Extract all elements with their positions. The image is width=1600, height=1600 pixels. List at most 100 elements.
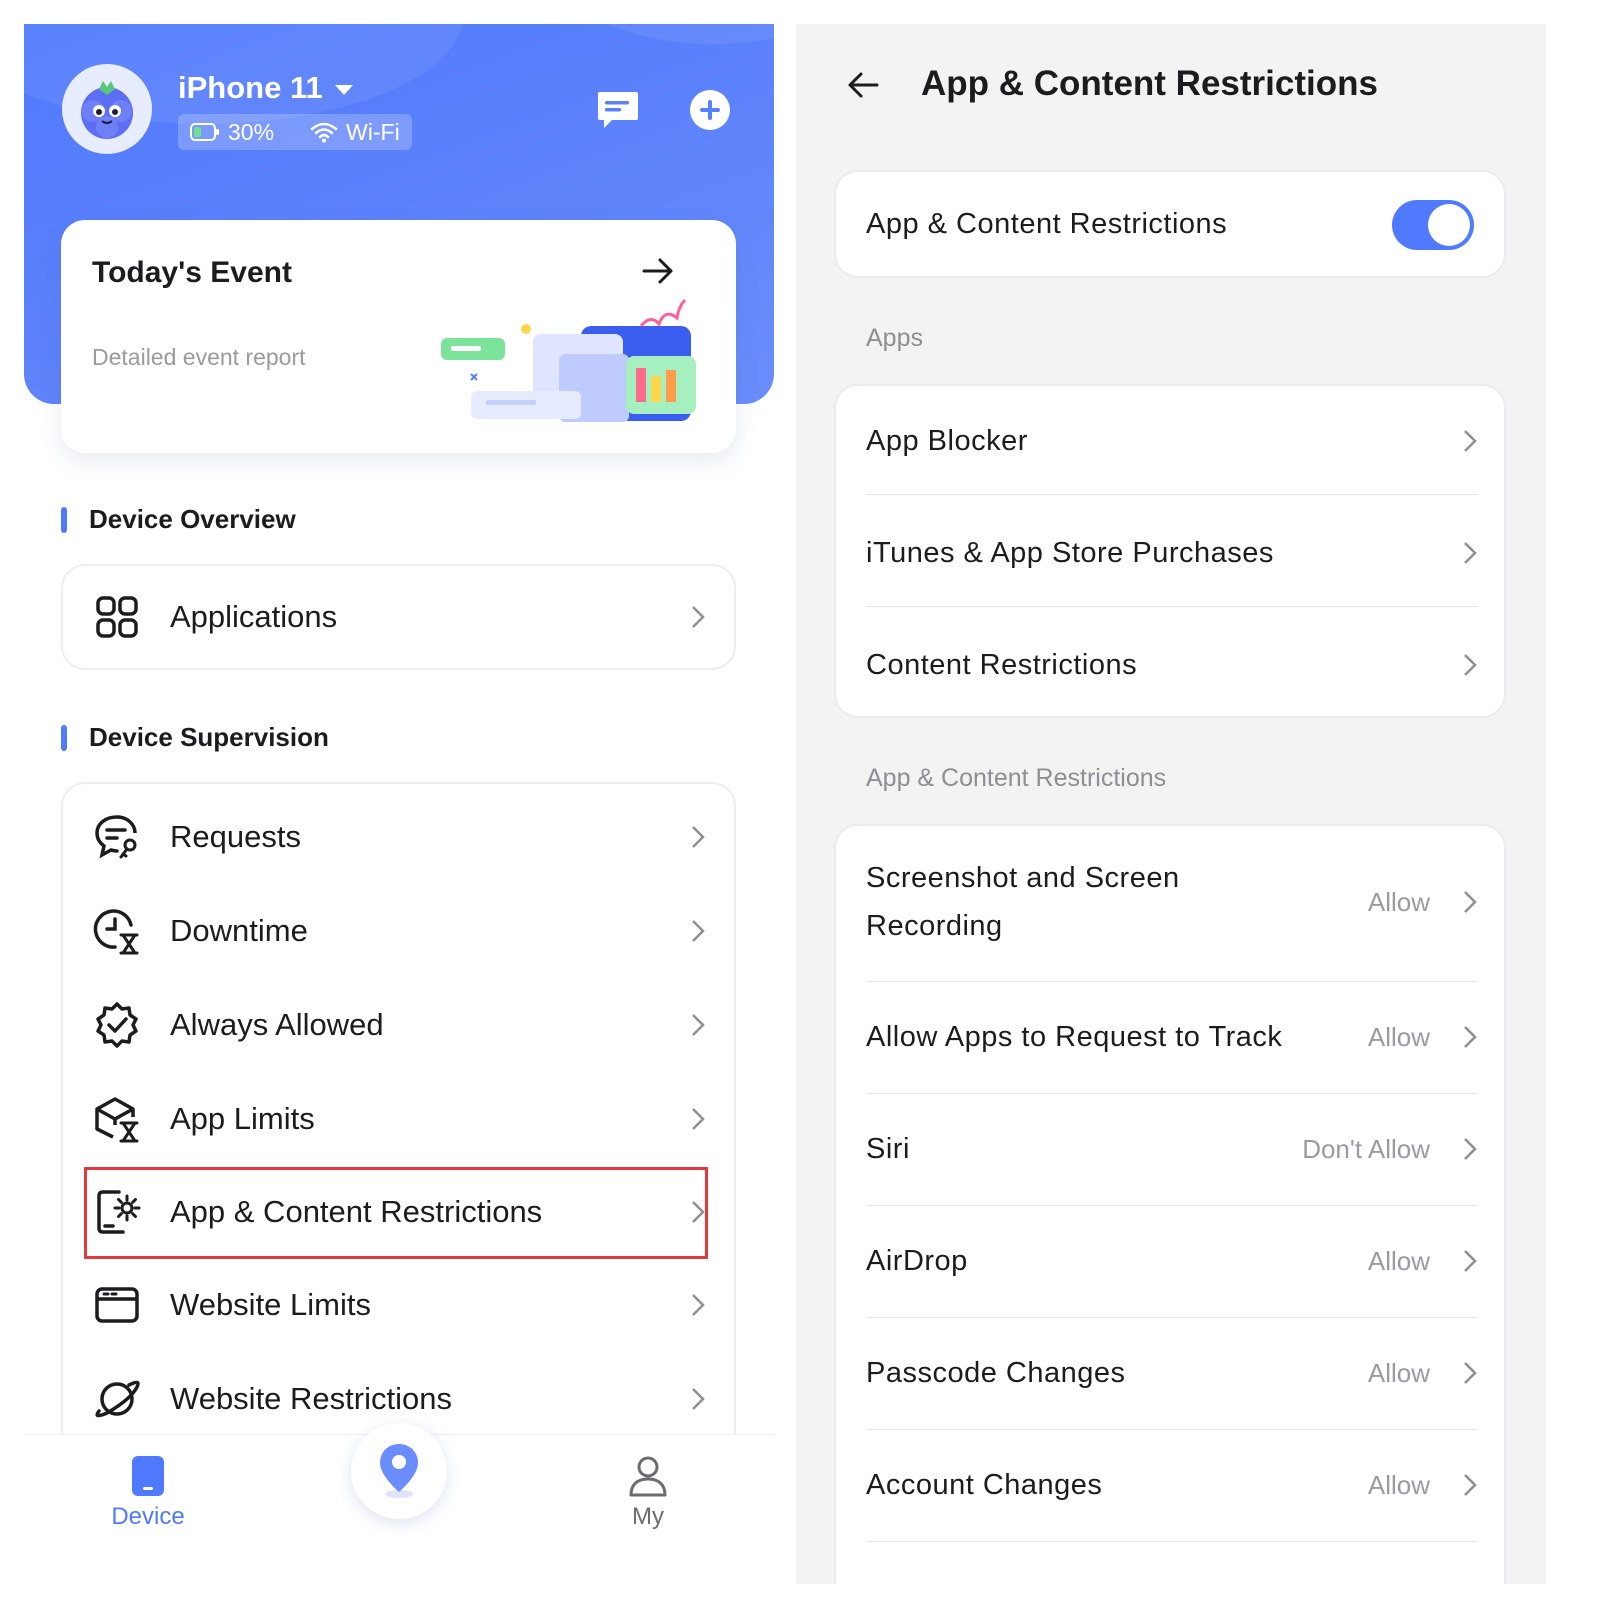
row-label: Always Allowed bbox=[170, 1007, 384, 1042]
restrictions-toggle[interactable] bbox=[1392, 200, 1474, 250]
chevron-right-icon bbox=[692, 1294, 705, 1316]
restrictions-card: Screenshot and Screen Recording Allow Al… bbox=[834, 824, 1506, 1584]
row-label: App Blocker bbox=[866, 425, 1028, 457]
arrow-right-icon bbox=[642, 258, 673, 284]
device-overview-heading: Device Overview bbox=[61, 504, 296, 535]
row-app-blocker[interactable]: App Blocker bbox=[866, 416, 1478, 466]
row-label: Website Limits bbox=[170, 1287, 371, 1322]
chat-key-icon bbox=[93, 813, 141, 861]
plus-circle-icon bbox=[690, 90, 730, 130]
message-button[interactable] bbox=[596, 88, 640, 132]
row-label: Account Changes bbox=[866, 1469, 1103, 1501]
row-label: App Limits bbox=[170, 1101, 315, 1136]
row-website-limits[interactable]: Website Limits bbox=[63, 1258, 734, 1352]
master-toggle-label: App & Content Restrictions bbox=[866, 208, 1228, 240]
row-value: Allow bbox=[1367, 1357, 1430, 1388]
phone-icon bbox=[132, 1456, 164, 1496]
row-label: Allow Apps to Request to Track bbox=[866, 1021, 1283, 1053]
clock-hourglass-icon bbox=[93, 907, 141, 955]
back-arrow-icon[interactable] bbox=[846, 70, 880, 100]
highlight-box bbox=[84, 1167, 708, 1259]
chevron-down-icon bbox=[334, 85, 353, 95]
todays-event-card[interactable]: Today's Event Detailed event report bbox=[61, 220, 736, 453]
row-label: Website Restrictions bbox=[170, 1381, 452, 1416]
location-button[interactable] bbox=[351, 1423, 447, 1519]
chevron-right-icon bbox=[1464, 430, 1477, 452]
row-account-changes[interactable]: Account Changes Allow bbox=[866, 1460, 1478, 1510]
restrictions-screen: App & Content Restrictions App & Content… bbox=[796, 24, 1546, 1584]
row-downtime[interactable]: Downtime bbox=[63, 884, 734, 978]
tab-label: Device bbox=[111, 1503, 185, 1530]
supervision-card: Requests Downtime Always Allowed App Lim… bbox=[61, 782, 736, 1502]
tab-device[interactable]: Device bbox=[88, 1455, 208, 1531]
chevron-right-icon bbox=[1464, 1474, 1477, 1496]
blueberry-mascot-icon bbox=[81, 81, 133, 139]
tab-label: My bbox=[632, 1503, 664, 1530]
row-requests[interactable]: Requests bbox=[63, 790, 734, 884]
chevron-right-icon bbox=[692, 826, 705, 848]
master-toggle-row: App & Content Restrictions bbox=[866, 200, 1478, 248]
restrictions-section-label: App & Content Restrictions bbox=[866, 764, 1167, 792]
chevron-right-icon bbox=[1464, 1026, 1477, 1048]
row-label: Siri bbox=[866, 1133, 910, 1165]
row-passcode-changes[interactable]: Passcode Changes Allow bbox=[866, 1348, 1478, 1398]
chevron-right-icon bbox=[692, 920, 705, 942]
row-value: Allow bbox=[1367, 1021, 1430, 1052]
row-applications[interactable]: Applications bbox=[63, 570, 734, 664]
network-type: Wi-Fi bbox=[346, 118, 400, 145]
row-siri[interactable]: Siri Don't Allow bbox=[866, 1124, 1478, 1174]
row-value: Allow bbox=[1367, 1469, 1430, 1500]
chevron-right-icon bbox=[1464, 891, 1477, 913]
chevron-right-icon bbox=[1464, 654, 1477, 676]
row-value: Allow bbox=[1367, 1245, 1430, 1276]
row-app-limits[interactable]: App Limits bbox=[63, 1072, 734, 1166]
chevron-right-icon bbox=[692, 1014, 705, 1036]
cube-hourglass-icon bbox=[93, 1095, 141, 1143]
device-supervision-heading: Device Supervision bbox=[61, 722, 329, 753]
row-request-to-track[interactable]: Allow Apps to Request to Track Allow bbox=[866, 1012, 1478, 1062]
row-label: Requests bbox=[170, 819, 301, 854]
person-icon bbox=[629, 1456, 667, 1497]
battery-level: 30% bbox=[228, 118, 275, 145]
chevron-right-icon bbox=[692, 606, 705, 628]
badge-check-icon bbox=[93, 1001, 141, 1049]
event-report-illustration bbox=[441, 298, 696, 422]
apps-card: App Blocker iTunes & App Store Purchases… bbox=[834, 384, 1506, 718]
master-toggle-card: App & Content Restrictions bbox=[834, 170, 1506, 278]
device-home-screen: iPhone 11 30% Wi-Fi Today's Event Detail… bbox=[24, 24, 774, 1584]
chevron-right-icon bbox=[1464, 1138, 1477, 1160]
grid-icon bbox=[93, 593, 141, 641]
battery-icon bbox=[190, 123, 219, 141]
chevron-right-icon bbox=[692, 1388, 705, 1410]
row-itunes-purchases[interactable]: iTunes & App Store Purchases bbox=[866, 528, 1478, 578]
event-subtitle: Detailed event report bbox=[92, 344, 306, 370]
device-status-chip: 30% Wi-Fi bbox=[178, 114, 412, 150]
row-label: Screenshot and Screen Recording bbox=[866, 862, 1180, 942]
row-screenshot-recording[interactable]: Screenshot and Screen Recording Allow bbox=[866, 852, 1478, 952]
page-title: App & Content Restrictions bbox=[921, 64, 1378, 103]
row-label: Downtime bbox=[170, 913, 308, 948]
chevron-right-icon bbox=[1464, 1250, 1477, 1272]
bottom-tab-bar: Device My bbox=[24, 1423, 774, 1584]
row-label: Applications bbox=[170, 599, 338, 634]
wifi-icon bbox=[310, 122, 338, 143]
device-avatar[interactable] bbox=[62, 64, 152, 154]
row-always-allowed[interactable]: Always Allowed bbox=[63, 978, 734, 1072]
overview-card: Applications bbox=[61, 564, 736, 670]
chevron-right-icon bbox=[1464, 1362, 1477, 1384]
row-content-restrictions[interactable]: Content Restrictions bbox=[866, 640, 1478, 690]
message-icon bbox=[598, 92, 638, 128]
device-name: iPhone 11 bbox=[178, 70, 323, 105]
row-airdrop[interactable]: AirDrop Allow bbox=[866, 1236, 1478, 1286]
row-value: Allow bbox=[1367, 886, 1430, 917]
row-label: Content Restrictions bbox=[866, 649, 1138, 681]
tab-my[interactable]: My bbox=[588, 1455, 708, 1531]
row-label: Passcode Changes bbox=[866, 1357, 1126, 1389]
location-pin-icon bbox=[380, 1444, 418, 1498]
row-label: AirDrop bbox=[866, 1245, 968, 1277]
chevron-right-icon bbox=[1464, 542, 1477, 564]
device-selector[interactable]: iPhone 11 bbox=[178, 70, 353, 106]
add-device-button[interactable] bbox=[688, 88, 732, 132]
row-value: Don't Allow bbox=[1302, 1133, 1430, 1164]
event-title: Today's Event bbox=[92, 256, 292, 289]
